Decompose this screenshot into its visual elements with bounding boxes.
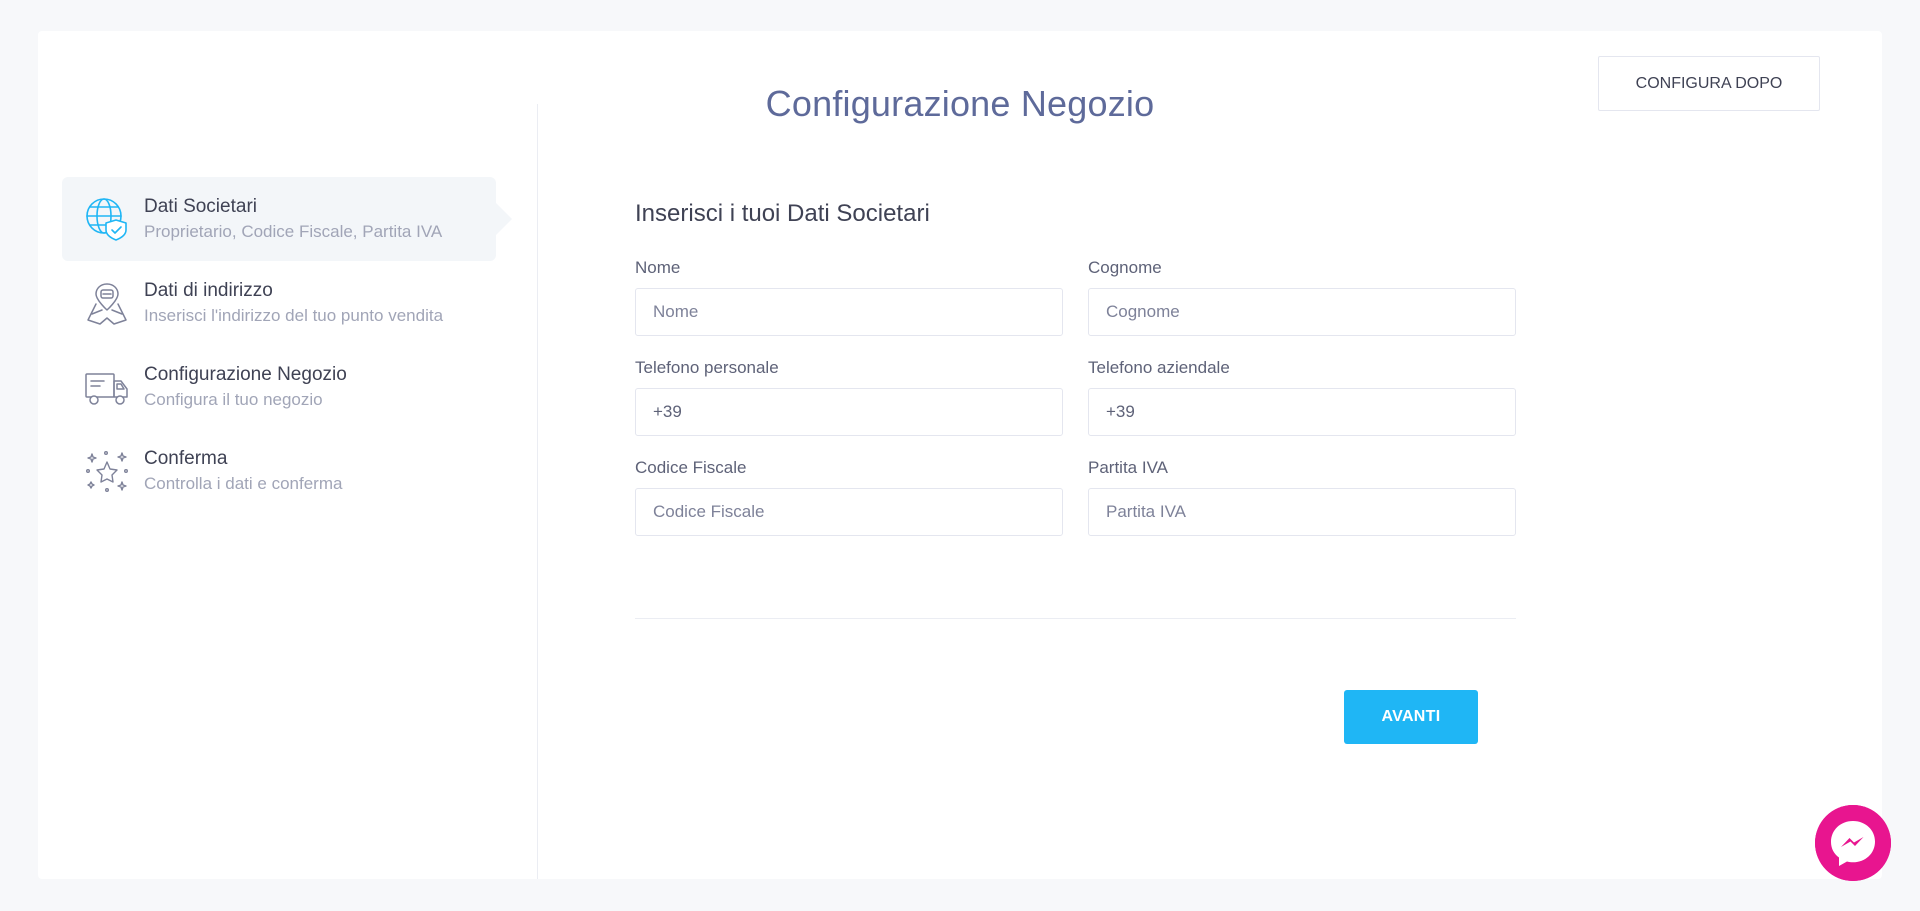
step-dati-indirizzo[interactable]: Dati di indirizzo Inserisci l'indirizzo …	[62, 261, 496, 345]
globe-shield-icon	[84, 196, 130, 242]
codice-fiscale-field-group: Codice Fiscale	[635, 458, 1063, 536]
step-title: Conferma	[144, 447, 228, 469]
form-row: Nome Cognome	[635, 258, 1516, 336]
cognome-input[interactable]	[1088, 288, 1516, 336]
telefono-aziendale-label: Telefono aziendale	[1088, 358, 1230, 377]
form-divider	[635, 618, 1516, 619]
partita-iva-input[interactable]	[1088, 488, 1516, 536]
step-description: Configura il tuo negozio	[144, 389, 323, 409]
telefono-personale-label: Telefono personale	[635, 358, 779, 377]
step-title: Dati di indirizzo	[144, 279, 273, 301]
form-row: Telefono personale Telefono aziendale	[635, 358, 1516, 436]
step-title: Configurazione Negozio	[144, 363, 347, 385]
step-description: Inserisci l'indirizzo del tuo punto vend…	[144, 305, 444, 325]
step-title: Dati Societari	[144, 195, 257, 217]
messenger-chat-button[interactable]	[1815, 805, 1891, 881]
codice-fiscale-label: Codice Fiscale	[635, 458, 747, 477]
wizard-steps: Dati Societari Proprietario, Codice Fisc…	[62, 177, 496, 513]
partita-iva-label: Partita IVA	[1088, 458, 1168, 477]
step-dati-societari[interactable]: Dati Societari Proprietario, Codice Fisc…	[62, 177, 496, 261]
cognome-label: Cognome	[1088, 258, 1162, 277]
map-icon	[84, 280, 130, 326]
step-conferma[interactable]: Conferma Controlla i dati e conferma	[62, 429, 496, 513]
partita-iva-field-group: Partita IVA	[1088, 458, 1516, 536]
company-data-form: Inserisci i tuoi Dati Societari Nome Cog…	[635, 199, 1516, 558]
delivery-truck-icon	[84, 364, 130, 410]
vertical-divider	[537, 104, 538, 879]
step-description: Controlla i dati e conferma	[144, 473, 343, 493]
form-title: Inserisci i tuoi Dati Societari	[635, 200, 930, 227]
codice-fiscale-input[interactable]	[635, 488, 1063, 536]
telefono-personale-field-group: Telefono personale	[635, 358, 1063, 436]
stars-icon	[84, 448, 130, 494]
cognome-field-group: Cognome	[1088, 258, 1516, 336]
telefono-aziendale-input[interactable]	[1088, 388, 1516, 436]
configure-later-button[interactable]: CONFIGURA DOPO	[1598, 56, 1820, 111]
telefono-aziendale-field-group: Telefono aziendale	[1088, 358, 1516, 436]
nome-label: Nome	[635, 258, 681, 277]
messenger-icon	[1815, 805, 1891, 881]
wizard-card: Configurazione Negozio CONFIGURA DOPO Da…	[38, 31, 1882, 879]
telefono-personale-input[interactable]	[635, 388, 1063, 436]
next-button[interactable]: AVANTI	[1344, 690, 1478, 744]
step-configurazione-negozio[interactable]: Configurazione Negozio Configura il tuo …	[62, 345, 496, 429]
form-row: Codice Fiscale Partita IVA	[635, 458, 1516, 536]
nome-field-group: Nome	[635, 258, 1063, 336]
nome-input[interactable]	[635, 288, 1063, 336]
step-description: Proprietario, Codice Fiscale, Partita IV…	[144, 221, 443, 241]
